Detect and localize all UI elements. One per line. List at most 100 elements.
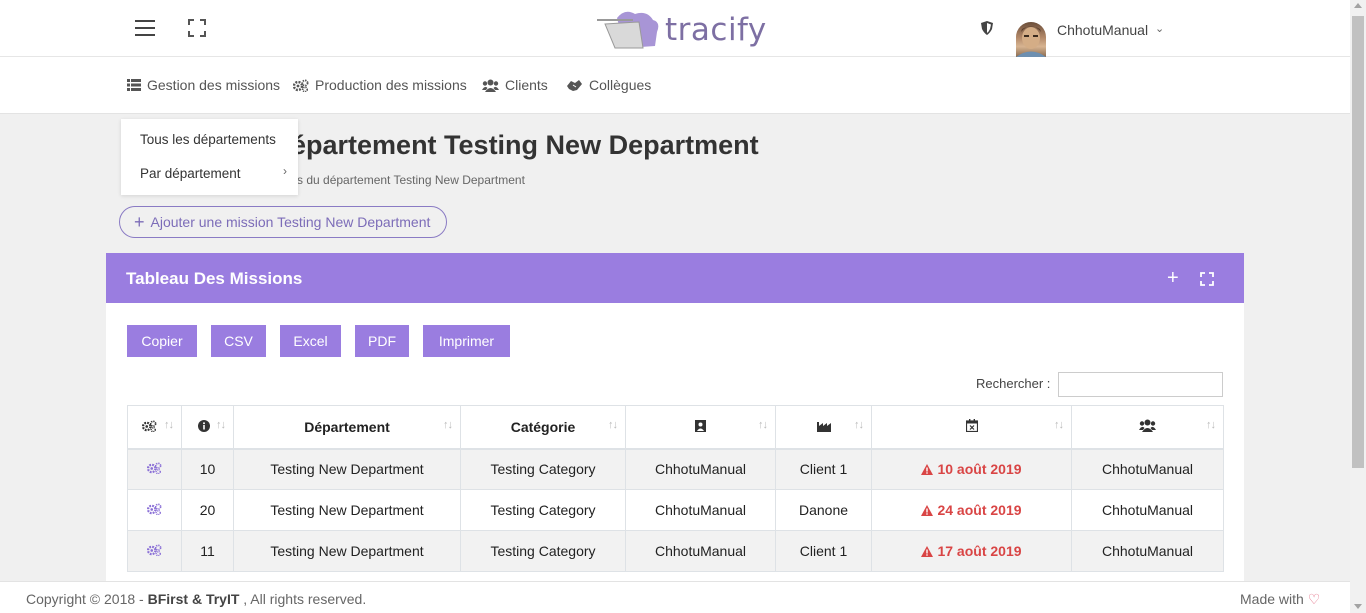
main-nav: Gestion des missions Production des miss… [0, 57, 1350, 114]
gears-icon [293, 79, 309, 92]
username[interactable]: ChhotuManual [1057, 22, 1148, 38]
cell-team: ChhotuManual [1071, 530, 1224, 572]
cell-category: Testing Category [460, 489, 626, 531]
sort-icon[interactable]: ↑↓ [608, 419, 618, 431]
gears-icon[interactable] [146, 462, 162, 475]
user-photo-icon [1016, 26, 1046, 57]
cell-owner: ChhotuManual [625, 448, 776, 490]
sort-icon[interactable]: ↑↓ [216, 419, 226, 431]
page-title: épartement Testing New Department [291, 130, 759, 160]
date-text: 17 août 2019 [937, 543, 1022, 559]
warning-icon [921, 505, 934, 516]
sort-icon[interactable]: ↑↓ [854, 419, 864, 431]
sort-icon[interactable]: ↑↓ [1206, 419, 1216, 431]
cell-date: 10 août 2019 [871, 448, 1072, 490]
nav-item-gestion-missions[interactable]: Gestion des missions [127, 77, 280, 93]
column-header-date[interactable]: ↑↓ [871, 405, 1072, 450]
gears-icon [141, 420, 157, 433]
cell-id: 10 [181, 448, 234, 490]
sort-icon[interactable]: ↑↓ [1054, 419, 1064, 431]
sort-icon[interactable]: ↑↓ [443, 419, 453, 431]
cell-team: ChhotuManual [1071, 489, 1224, 531]
table-row[interactable]: 20 Testing New Department Testing Catego… [127, 489, 1224, 531]
pdf-button[interactable]: PDF [355, 325, 409, 357]
dropdown-item-par-departement[interactable]: Par département [140, 166, 241, 181]
add-mission-label: Ajouter une mission Testing New Departme… [150, 214, 431, 230]
dropdown-item-tous-departements[interactable]: Tous les départements [140, 132, 276, 147]
user-badge-icon [695, 419, 706, 432]
date-text: 24 août 2019 [937, 502, 1022, 518]
cell-id: 11 [181, 530, 234, 572]
copy-button[interactable]: Copier [127, 325, 197, 357]
plus-icon[interactable]: + [1167, 267, 1179, 290]
column-header-label: Catégorie [510, 418, 576, 435]
chevron-down-icon[interactable]: ⌄ [1155, 22, 1164, 35]
column-header-owner[interactable]: ↑↓ [625, 405, 776, 450]
column-header-label: Département [304, 418, 390, 435]
add-mission-button[interactable]: + Ajouter une mission Testing New Depart… [119, 206, 447, 238]
row-actions-cell[interactable] [127, 489, 182, 531]
column-header-client[interactable]: ↑↓ [775, 405, 872, 450]
nav-item-clients[interactable]: Clients [482, 77, 548, 93]
page-scrollbar[interactable] [1350, 0, 1366, 613]
nav-item-production-missions[interactable]: Production des missions [293, 77, 467, 93]
shield-icon[interactable] [981, 21, 993, 35]
table-row[interactable]: 10 Testing New Department Testing Catego… [127, 448, 1224, 490]
hamburger-menu-icon[interactable] [135, 20, 155, 36]
company-name[interactable]: BFirst & TryIT [148, 591, 240, 607]
made-with-text: Made with [1240, 591, 1304, 607]
cloud-logo-icon [597, 11, 659, 49]
column-header-actions[interactable]: ↑↓ [127, 405, 182, 450]
warning-icon [921, 464, 934, 476]
chevron-right-icon[interactable]: › [283, 164, 287, 178]
page-subtitle: s du département Testing New Department [297, 173, 525, 187]
footer: Copyright © 2018 - BFirst & TryIT , All … [0, 581, 1350, 613]
nav-item-collegues[interactable]: Collègues [566, 77, 651, 93]
column-header-team[interactable]: ↑↓ [1071, 405, 1224, 450]
search-input[interactable] [1058, 372, 1223, 397]
cell-client: Client 1 [775, 530, 872, 572]
nav-label: Collègues [589, 77, 652, 93]
column-header-categorie[interactable]: Catégorie ↑↓ [460, 405, 626, 450]
gears-icon[interactable] [146, 544, 162, 557]
missions-dropdown: Tous les départements Par département › [121, 119, 298, 195]
nav-label: Production des missions [315, 77, 467, 93]
warning-icon [921, 546, 934, 557]
row-actions-cell[interactable] [127, 530, 182, 572]
sort-icon[interactable]: ↑↓ [758, 419, 768, 431]
print-button[interactable]: Imprimer [423, 325, 510, 357]
users-icon [1139, 419, 1156, 432]
copyright-suffix: , All rights reserved. [239, 591, 367, 607]
info-circle-icon [197, 419, 210, 432]
cell-client: Client 1 [775, 448, 872, 490]
cell-client: Danone [775, 489, 872, 531]
table-row[interactable]: 11 Testing New Department Testing Catego… [127, 530, 1224, 572]
search-label: Rechercher : [976, 376, 1051, 391]
card-title: Tableau Des Missions [126, 269, 303, 288]
gears-icon[interactable] [146, 503, 162, 516]
fullscreen-icon[interactable] [188, 19, 206, 37]
cell-department: Testing New Department [233, 448, 461, 490]
nav-label: Clients [505, 77, 548, 93]
tracify-logo[interactable]: tracify [595, 8, 766, 50]
industry-icon [816, 421, 831, 432]
scrollbar-thumb[interactable] [1352, 16, 1364, 468]
cell-category: Testing Category [460, 530, 626, 572]
column-header-departement[interactable]: Département ↑↓ [233, 405, 461, 450]
csv-button[interactable]: CSV [211, 325, 266, 357]
cell-category: Testing Category [460, 448, 626, 490]
excel-button[interactable]: Excel [280, 325, 341, 357]
scroll-down-arrow-icon[interactable] [1354, 604, 1362, 609]
missions-card: Tableau Des Missions + Copier CSV Excel … [106, 253, 1244, 593]
made-with: Made with ♡ [1240, 591, 1320, 608]
row-actions-cell[interactable] [127, 448, 182, 490]
sort-icon[interactable]: ↑↓ [164, 419, 174, 431]
cell-team: ChhotuManual [1071, 448, 1224, 490]
fullscreen-icon[interactable] [1200, 272, 1214, 286]
column-header-id[interactable]: ↑↓ [181, 405, 234, 450]
card-header: Tableau Des Missions + [106, 253, 1244, 303]
avatar[interactable] [1016, 22, 1046, 57]
missions-table: ↑↓ ↑↓ Département ↑↓ Catégorie ↑↓ ↑↓ ↑↓ … [127, 405, 1224, 572]
plus-icon: + [134, 212, 145, 232]
scroll-up-arrow-icon[interactable] [1354, 3, 1362, 8]
